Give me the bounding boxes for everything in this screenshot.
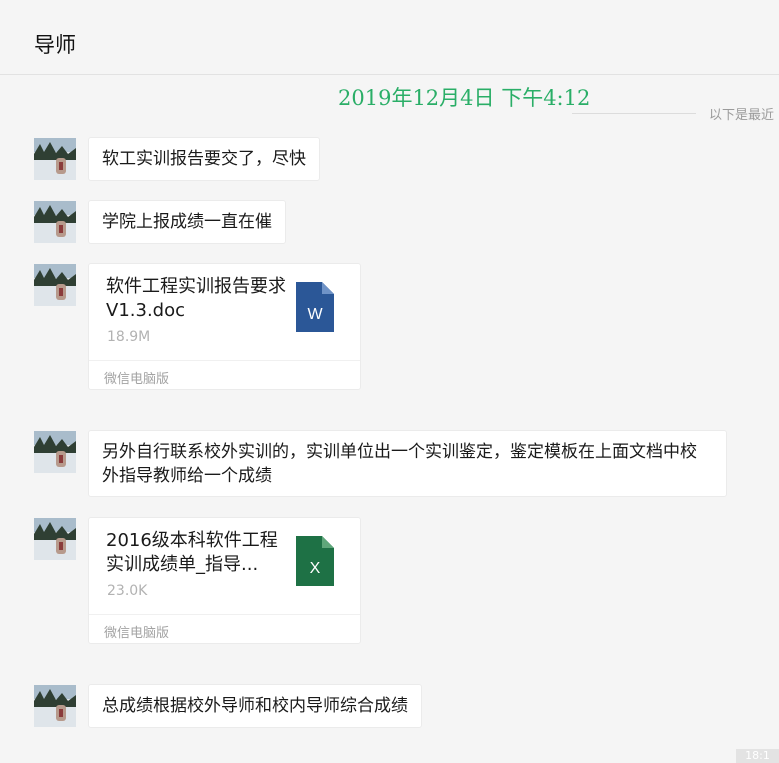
sender-avatar[interactable] — [34, 264, 76, 306]
file-name: 2016级本科软件工程实训成绩单_指导... — [106, 530, 278, 575]
sender-avatar[interactable] — [34, 201, 76, 243]
sender-avatar[interactable] — [34, 138, 76, 180]
sender-avatar[interactable] — [34, 431, 76, 473]
message-text: 学院上报成绩一直在催 — [102, 212, 272, 232]
sender-avatar[interactable] — [34, 685, 76, 727]
file-name: 软件工程实训报告要求V1.3.doc — [106, 276, 286, 321]
file-footer: 微信电脑版 — [89, 614, 360, 644]
excel-file-icon: X — [296, 536, 334, 586]
message-text: 总成绩根据校外导师和校内导师综合成绩 — [102, 696, 408, 716]
message-bubble: 学院上报成绩一直在催 — [88, 200, 286, 244]
file-source: 微信电脑版 — [104, 372, 170, 387]
sender-avatar[interactable] — [34, 518, 76, 560]
message-bubble: 总成绩根据校外导师和校内导师综合成绩 — [88, 684, 422, 728]
history-divider-line — [572, 113, 696, 114]
file-icon-letter: X — [310, 560, 321, 577]
chat-title: 导师 — [34, 33, 76, 57]
file-size: 18.9M — [107, 329, 151, 345]
file-size: 23.0K — [107, 583, 148, 599]
message-bubble: 另外自行联系校外实训的，实训单位出一个实训鉴定，鉴定模板在上面文档中校外指导教师… — [88, 430, 727, 497]
message-timestamp: 2019年12月4日 下午4:12 — [338, 86, 591, 110]
message-bubble: 软工实训报告要交了，尽快 — [88, 137, 320, 181]
message-text: 另外自行联系校外实训的，实训单位出一个实训鉴定，鉴定模板在上面文档中校外指导教师… — [102, 442, 697, 486]
corner-time-tag: 18:1 — [736, 749, 779, 763]
history-divider-label: 以下是最近 — [709, 108, 775, 123]
file-message-card[interactable]: 2016级本科软件工程实训成绩单_指导... 23.0K X 微信电脑版 — [88, 517, 361, 644]
file-icon-letter: W — [307, 306, 323, 323]
word-file-icon: W — [296, 282, 334, 332]
message-text: 软工实训报告要交了，尽快 — [102, 149, 306, 169]
file-source: 微信电脑版 — [104, 626, 170, 641]
chat-header: 导师 — [0, 0, 779, 75]
file-footer: 微信电脑版 — [89, 360, 360, 390]
file-message-card[interactable]: 软件工程实训报告要求V1.3.doc 18.9M W 微信电脑版 — [88, 263, 361, 390]
